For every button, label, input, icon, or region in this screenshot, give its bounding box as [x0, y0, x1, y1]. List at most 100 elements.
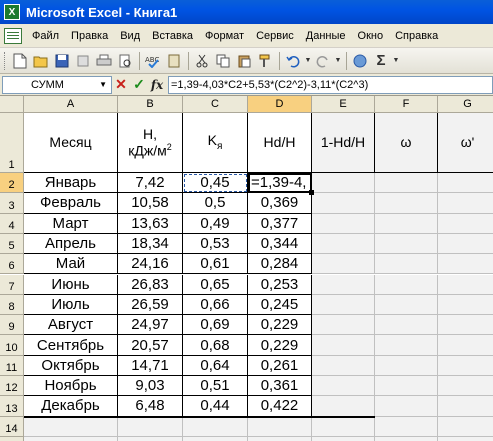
cell-k[interactable]: 0,68 — [183, 335, 248, 356]
cell-hd-h[interactable]: 0,253 — [248, 274, 312, 295]
cell-hd-h[interactable]: 0,344 — [248, 233, 312, 255]
cell-h[interactable]: 18,34 — [118, 233, 183, 255]
header-hd-h[interactable]: Hd/H — [248, 113, 312, 173]
chevron-down-icon[interactable]: ▼ — [334, 51, 342, 71]
cell-hd-h[interactable]: 0,229 — [248, 315, 312, 336]
cell-empty[interactable] — [375, 315, 438, 336]
row-header-9[interactable]: 9 — [0, 315, 24, 336]
cell-month[interactable]: Июль — [24, 294, 118, 316]
cell-empty[interactable] — [118, 436, 183, 441]
redo-icon[interactable] — [313, 51, 333, 71]
print-preview-icon[interactable] — [115, 51, 135, 71]
cell-empty[interactable] — [375, 294, 438, 316]
cell-hd-h[interactable]: 0,284 — [248, 254, 312, 275]
column-header-b[interactable]: B — [118, 96, 183, 113]
select-all-corner[interactable] — [0, 96, 24, 113]
cell-h[interactable]: 9,03 — [118, 376, 183, 397]
header-k[interactable]: Kя — [183, 113, 248, 173]
column-header-c[interactable]: C — [183, 96, 248, 113]
cell-k[interactable]: 0,64 — [183, 355, 248, 376]
excel-app-icon[interactable]: X — [4, 4, 20, 20]
header-one-minus-hd-h[interactable]: 1-Hd/H — [312, 113, 375, 173]
cell-empty[interactable] — [375, 335, 438, 356]
cut-icon[interactable] — [192, 51, 212, 71]
cell-k[interactable]: 0,65 — [183, 274, 248, 295]
cell-k[interactable]: 0,61 — [183, 254, 248, 275]
cell-empty[interactable] — [312, 376, 375, 397]
cell-empty[interactable] — [438, 254, 493, 275]
cell-month[interactable]: Август — [24, 315, 118, 336]
menu-tools[interactable]: Сервис — [250, 30, 300, 42]
cell-k[interactable]: 0,44 — [183, 396, 248, 417]
cell-empty[interactable] — [24, 436, 118, 441]
hyperlink-icon[interactable] — [350, 51, 370, 71]
cell-empty[interactable] — [438, 274, 493, 295]
insert-function-button[interactable]: fx — [148, 76, 166, 94]
cell-hd-h[interactable]: 0,361 — [248, 376, 312, 397]
workbook-icon[interactable] — [4, 27, 22, 44]
autosum-icon[interactable]: Σ — [371, 51, 391, 71]
cell-month[interactable]: Февраль — [24, 193, 118, 214]
column-header-a[interactable]: A — [24, 96, 118, 113]
row-header-5[interactable]: 5 — [0, 233, 24, 255]
cell-month[interactable]: Июнь — [24, 274, 118, 295]
menu-data[interactable]: Данные — [300, 30, 352, 42]
cell-h[interactable]: 7,42 — [118, 173, 183, 194]
cell-empty[interactable] — [438, 294, 493, 316]
fill-handle[interactable] — [309, 190, 314, 196]
cell-empty[interactable] — [375, 233, 438, 255]
cell-month[interactable]: Май — [24, 254, 118, 275]
cancel-formula-button[interactable]: ✕ — [112, 76, 130, 94]
format-painter-icon[interactable] — [255, 51, 275, 71]
cell-h[interactable]: 24,97 — [118, 315, 183, 336]
cell-empty[interactable] — [375, 436, 438, 441]
cell-k[interactable]: 0,69 — [183, 315, 248, 336]
cell-empty[interactable] — [312, 213, 375, 234]
cell-empty[interactable] — [312, 355, 375, 376]
header-month[interactable]: Месяц — [24, 113, 118, 173]
cell-k[interactable]: 0,53 — [183, 233, 248, 255]
cell-month[interactable]: Ноябрь — [24, 376, 118, 397]
cell-h[interactable]: 13,63 — [118, 213, 183, 234]
cell-empty[interactable] — [183, 436, 248, 441]
row-header-6[interactable]: 6 — [0, 254, 24, 275]
active-cell-editor[interactable]: =1,39-4, — [248, 173, 312, 194]
row-header-12[interactable]: 12 — [0, 376, 24, 397]
cell-h[interactable]: 26,83 — [118, 274, 183, 295]
row-header-4[interactable]: 4 — [0, 213, 24, 234]
menu-file[interactable]: Файл — [26, 30, 65, 42]
cell-empty[interactable] — [438, 213, 493, 234]
chevron-down-icon[interactable]: ▼ — [99, 80, 107, 89]
cell-empty[interactable] — [375, 193, 438, 214]
menu-view[interactable]: Вид — [114, 30, 146, 42]
cell-k[interactable]: 0,45 — [183, 173, 248, 194]
cell-empty[interactable] — [312, 436, 375, 441]
toolbar-grip[interactable] — [4, 51, 7, 70]
cell-k[interactable]: 0,66 — [183, 294, 248, 316]
cell-empty[interactable] — [438, 396, 493, 417]
cell-k[interactable]: 0,5 — [183, 193, 248, 214]
research-icon[interactable] — [164, 51, 184, 71]
row-header-1[interactable]: 1 — [0, 113, 24, 173]
spelling-icon[interactable]: ABC — [143, 51, 163, 71]
cell-empty[interactable] — [183, 416, 248, 437]
cell-hd-h[interactable]: 0,261 — [248, 355, 312, 376]
name-box[interactable]: СУММ ▼ — [2, 75, 112, 94]
cell-empty[interactable] — [248, 436, 312, 441]
cell-h[interactable]: 10,58 — [118, 193, 183, 214]
cell-empty[interactable] — [248, 416, 312, 437]
cell-empty[interactable] — [118, 416, 183, 437]
cell-empty[interactable] — [312, 274, 375, 295]
column-header-g[interactable]: G — [438, 96, 493, 113]
cell-empty[interactable] — [375, 213, 438, 234]
print-icon[interactable] — [94, 51, 114, 71]
cell-empty[interactable] — [312, 396, 375, 417]
cell-empty[interactable] — [438, 355, 493, 376]
cell-empty[interactable] — [438, 233, 493, 255]
cell-empty[interactable] — [312, 294, 375, 316]
cell-empty[interactable] — [375, 376, 438, 397]
row-header-11[interactable]: 11 — [0, 355, 24, 376]
permission-icon[interactable] — [73, 51, 93, 71]
formula-input[interactable]: =1,39-4,03*C2+5,53*(C2^2)-3,11*(C2^3) — [168, 75, 493, 94]
header-h[interactable]: H, кДж/м2 — [118, 113, 183, 173]
